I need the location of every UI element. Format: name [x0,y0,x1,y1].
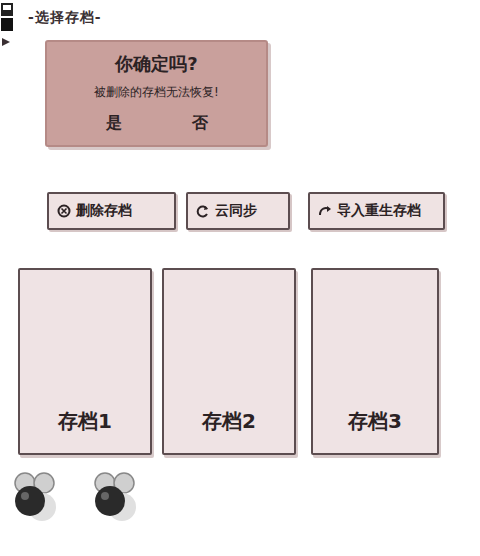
delete-icon [57,204,71,218]
yes-button[interactable]: 是 [102,113,126,134]
character-icon[interactable] [8,471,60,523]
no-button[interactable]: 否 [188,113,212,134]
slot-label: 存档3 [348,408,402,435]
save-slot[interactable]: 存档3 [311,268,439,455]
action-label: 云同步 [215,202,257,220]
action-label: 删除存档 [76,202,132,220]
delete-button[interactable]: 删除存档 [47,192,176,230]
save-slot[interactable]: 存档1 [18,268,152,455]
confirm-dialog: 你确定吗?被删除的存档无法恢复!是否 [45,40,268,147]
bottom-controls [0,471,480,523]
sync-icon [196,204,210,218]
character-icon[interactable] [88,471,140,523]
save-slots: 存档1 存档2 存档3 [0,268,480,455]
action-label: 导入重生存档 [337,202,421,220]
action-row: 删除存档 云同步 导入重生存档 [0,192,480,230]
header-bar: -选择存档- [0,0,480,40]
slot-label: 存档2 [202,408,256,435]
save-slot[interactable]: 存档2 [162,268,296,455]
slot-label: 存档1 [58,408,112,435]
dialog-buttons: 是否 [102,109,212,134]
arrow-icon[interactable] [0,36,12,48]
save-slot-icon[interactable] [0,2,14,32]
dialog-title: 你确定吗? [115,52,197,76]
import-button[interactable]: 导入重生存档 [308,192,445,230]
import-icon [318,204,332,218]
dialog-message: 被删除的存档无法恢复! [94,84,219,101]
sync-button[interactable]: 云同步 [186,192,290,230]
page-title: -选择存档- [28,0,102,27]
corner-controls [0,0,28,48]
